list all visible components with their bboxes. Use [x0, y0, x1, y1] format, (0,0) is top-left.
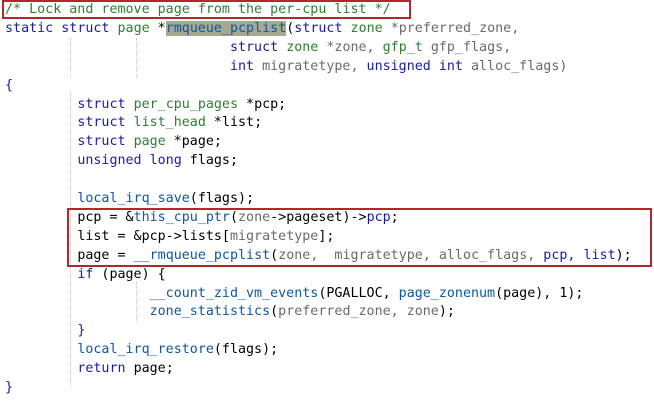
- code-token: struct: [61, 20, 118, 36]
- code-line: {: [5, 77, 13, 96]
- code-line: local_irq_restore(flags);: [5, 341, 278, 360]
- code-line: return page;: [5, 360, 174, 379]
- code-token: zone: [286, 39, 327, 55]
- code-token: gfp_t: [382, 39, 431, 55]
- code-token: alloc_flags): [470, 58, 568, 74]
- code-token: (flags);: [189, 191, 255, 206]
- code-token: static: [5, 20, 62, 36]
- code-token: struct: [77, 134, 134, 150]
- code-token: *zone,: [326, 39, 383, 55]
- code-token: *pcp;: [246, 96, 287, 112]
- code-token: local_irq_restore: [77, 342, 214, 358]
- code-line: struct per_cpu_pages *pcp;: [5, 96, 286, 115]
- code-line: struct list_head *list;: [5, 114, 262, 133]
- code-line: int migratetype, unsigned int alloc_flag…: [5, 58, 567, 77]
- code-token: int: [229, 58, 263, 74]
- code-token: );: [438, 304, 455, 320]
- code-token: flags;: [189, 153, 238, 169]
- code-token: zone_statistics: [149, 304, 271, 320]
- code-token: page: [133, 134, 174, 150]
- code-token: struct: [229, 39, 287, 55]
- comment-highlight-box: [2, 0, 411, 19]
- code-token: struct: [77, 115, 134, 131]
- code-token: struct: [77, 96, 134, 112]
- code-editor[interactable]: /* Lock and remove page from the per-cpu…: [0, 0, 654, 401]
- code-line: local_irq_save(flags);: [5, 190, 254, 209]
- code-token: (flags);: [213, 342, 279, 358]
- code-token: struct: [294, 20, 351, 36]
- code-token: if: [77, 266, 102, 282]
- code-token: long: [149, 153, 190, 169]
- code-token: per_cpu_pages: [133, 96, 247, 112]
- code-token: __count_zid_vm_events: [149, 285, 319, 301]
- code-line: }: [5, 322, 85, 341]
- code-token: zone: [350, 20, 391, 36]
- code-token: page;: [133, 361, 174, 377]
- code-token: page: [117, 20, 158, 36]
- code-highlight-box: [67, 208, 652, 267]
- highlighted-token: rmqueue_pcplist: [165, 20, 287, 36]
- code-token: }: [77, 323, 86, 339]
- code-token: migratetype,: [262, 58, 367, 74]
- code-token: page_zonenum: [398, 285, 496, 301]
- code-token: *: [157, 20, 166, 36]
- code-token: preferred_zone, zone: [278, 304, 439, 320]
- code-line: }: [5, 379, 13, 398]
- code-line: zone_statistics(preferred_zone, zone);: [5, 303, 455, 322]
- code-token: int: [438, 58, 471, 74]
- code-token: list_head: [133, 115, 214, 131]
- code-token: (page) {: [101, 266, 166, 282]
- code-line: static struct page *rmqueue_pcplist(stru…: [5, 20, 519, 39]
- code-token: gfp_flags,: [430, 39, 512, 55]
- code-token: *preferred_zone,: [390, 20, 520, 36]
- code-line: struct page *page;: [5, 133, 222, 152]
- code-token: *list;: [213, 115, 263, 131]
- code-token: unsigned: [77, 153, 150, 169]
- code-token: (: [270, 304, 279, 320]
- code-line: if (page) {: [5, 266, 166, 285]
- code-line: __count_zid_vm_events(PGALLOC, page_zone…: [5, 285, 584, 304]
- code-token: (PGALLOC,: [318, 285, 399, 301]
- code-token: return: [77, 361, 134, 377]
- code-line: struct zone *zone, gfp_t gfp_flags,: [5, 39, 511, 58]
- code-token: {: [5, 77, 14, 93]
- code-token: *page;: [173, 134, 222, 150]
- code-line: unsigned long flags;: [5, 152, 238, 171]
- code-token: (page), 1);: [495, 285, 584, 301]
- code-token: local_irq_save: [77, 191, 190, 206]
- code-token: unsigned: [366, 58, 439, 74]
- code-token: }: [5, 380, 14, 395]
